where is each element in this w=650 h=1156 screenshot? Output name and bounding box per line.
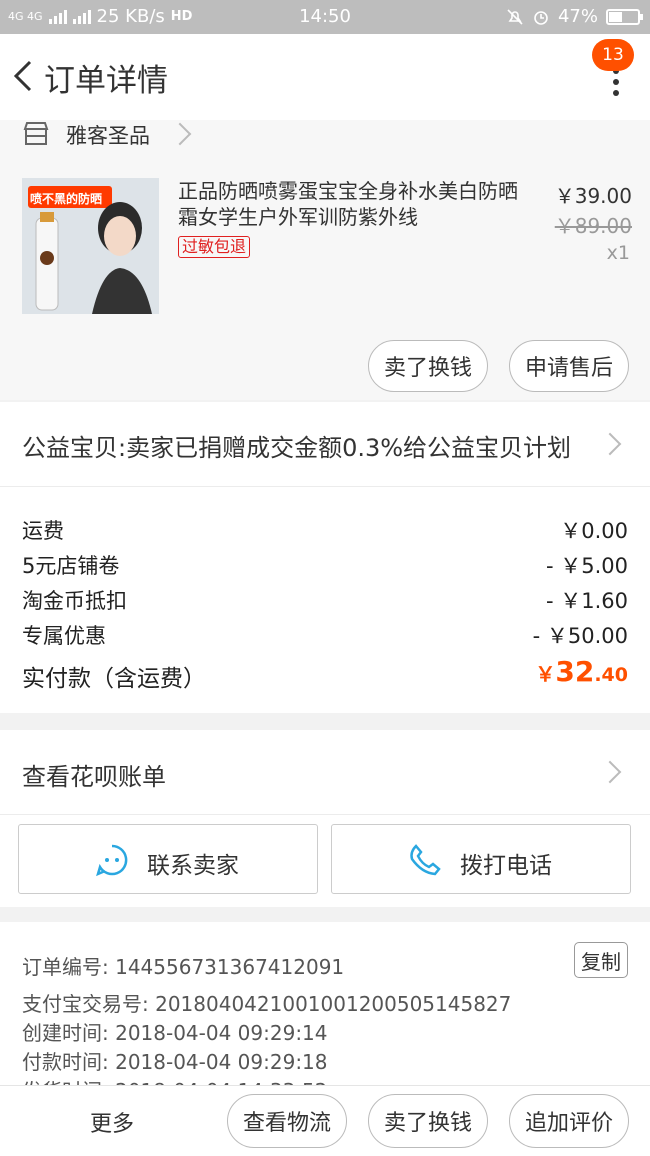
nav-header: 订单详情 13 [0,34,650,120]
original-price: ￥89.00 [554,214,632,238]
sell-for-cash-button[interactable]: 卖了换钱 [368,340,488,392]
fee-row-coupon: 5元店铺卷 - ￥5.00 [22,550,628,580]
fee-summary: 运费 ￥0.00 5元店铺卷 - ￥5.00 淘金币抵扣 - ￥1.60 专属优… [0,487,650,713]
fee-value: - ￥5.00 [545,554,628,578]
created-time: 创建时间: 2018-04-04 09:29:14 [22,1021,328,1045]
status-bar: 4G 4G 25 KB/s HD 14:50 47% [0,0,650,34]
page-title: 订单详情 [44,63,168,99]
product-quantity: x1 [606,242,630,264]
contact-seller-button[interactable]: 联系卖家 [18,824,318,894]
sell-for-cash-button-bottom[interactable]: 卖了换钱 [368,1094,488,1148]
fee-row-shipping: 运费 ￥0.00 [22,515,628,545]
chevron-right-icon [168,122,192,146]
total-int: 32 [555,655,595,688]
mute-icon [507,8,523,25]
huabei-bill-row[interactable]: 查看花呗账单 [0,730,650,815]
total-dec: .40 [594,664,628,686]
order-info: 订单编号: 144556731367412091 支付宝交易号: 2018040… [0,922,650,1087]
view-logistics-button[interactable]: 查看物流 [227,1094,347,1148]
fee-label: 淘金币抵扣 [22,589,127,613]
contact-section: 联系卖家 拨打电话 [0,815,650,907]
image-banner-text: 喷不黑的防晒 [30,192,103,206]
huabei-label: 查看花呗账单 [22,763,166,791]
copy-button[interactable]: 复制 [574,942,628,978]
fee-value: ￥0.00 [560,519,628,543]
charity-row[interactable]: 公益宝贝:卖家已捐赠成交金额0.3%给公益宝贝计划 [0,402,650,487]
paid-time: 付款时间: 2018-04-04 09:29:18 [22,1050,328,1074]
total-paid-row: 实付款（含运费） ￥32.40 [22,655,628,693]
order-item[interactable]: 喷不黑的防晒 正品防晒喷雾蛋宝宝全身补水美白防晒霜女学生户外军训防紫外线 过敏包… [0,168,650,400]
contact-seller-label: 联系卖家 [147,853,239,879]
fee-row-taojinbi: 淘金币抵扣 - ￥1.60 [22,585,628,615]
call-phone-button[interactable]: 拨打电话 [331,824,631,894]
back-icon[interactable] [8,56,38,96]
fee-value: - ￥1.60 [545,589,628,613]
after-sale-button[interactable]: 申请售后 [509,340,629,392]
total-amount: ￥32.40 [535,655,628,688]
fee-row-discount: 专属优惠 - ￥50.00 [22,620,628,650]
charity-text: 公益宝贝:卖家已捐赠成交金额0.3%给公益宝贝计划 [22,434,572,462]
battery-icon [606,8,643,25]
add-review-button[interactable]: 追加评价 [509,1094,629,1148]
product-image[interactable]: 喷不黑的防晒 [22,178,159,314]
alarm-icon [534,10,548,25]
chevron-right-icon [598,760,622,784]
fee-label: 专属优惠 [22,624,106,648]
chat-icon [96,844,128,877]
bottom-action-bar: 更多 查看物流 卖了换钱 追加评价 [0,1085,650,1156]
fee-value: - ￥50.00 [532,624,628,648]
shop-name: 雅客圣品 [66,124,150,148]
notification-badge: 13 [592,39,634,71]
fee-label: 运费 [22,519,64,543]
shop-row[interactable]: 雅客圣品 [0,120,650,168]
more-button[interactable]: 更多 [90,1106,134,1138]
chevron-right-icon [598,432,622,456]
call-phone-label: 拨打电话 [460,853,552,879]
product-title[interactable]: 正品防晒喷雾蛋宝宝全身补水美白防晒霜女学生户外军训防紫外线 [178,178,518,230]
alipay-trade-number: 支付宝交易号: 2018040421001001200505145827 [22,992,512,1016]
order-number: 订单编号: 144556731367412091 [22,955,345,979]
more-menu-icon[interactable] [612,68,620,98]
total-label: 实付款（含运费） [22,666,206,692]
total-currency: ￥ [535,662,556,686]
product-price: ￥39.00 [554,184,632,208]
battery-percent: 47% [557,6,598,27]
fee-label: 5元店铺卷 [22,554,120,578]
phone-icon [410,844,441,876]
allergy-return-tag: 过敏包退 [178,236,251,258]
shop-icon [23,122,49,145]
